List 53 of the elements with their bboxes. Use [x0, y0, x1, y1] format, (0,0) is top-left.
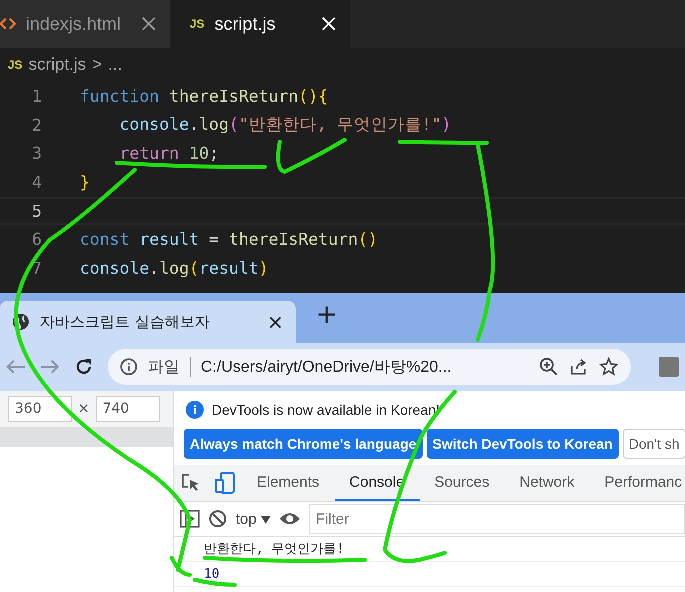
times-sign: × [78, 401, 90, 417]
line-number: 2 [31, 116, 42, 135]
info-icon [186, 401, 204, 419]
js-file-icon: JS [8, 58, 23, 72]
zoom-icon[interactable] [539, 357, 559, 377]
browser-tab[interactable]: 자바스크립트 실습해보자 × [0, 301, 296, 343]
code-line: } [80, 172, 90, 192]
new-tab-button[interactable]: + [316, 300, 338, 330]
line-number: 5 [31, 202, 42, 221]
share-icon[interactable] [569, 357, 589, 377]
reload-icon[interactable] [74, 357, 94, 377]
address-bar[interactable]: 파일 C:/Users/airyt/OneDrive/바탕%20... [108, 349, 631, 385]
context-dropdown[interactable]: top [236, 510, 272, 528]
devtools-tab[interactable]: Elements [242, 465, 335, 501]
devtools-tab[interactable]: Sources [420, 465, 505, 501]
editor-tab[interactable]: indexjs.html [0, 0, 170, 48]
console-message: 반환한다, 무엇인가를! [174, 537, 685, 562]
js-file-icon: JS [190, 17, 205, 31]
line-number: 3 [31, 144, 42, 164]
close-icon[interactable]: × [267, 310, 284, 334]
notice-button[interactable]: Don't sh [622, 429, 685, 459]
device-icon[interactable] [214, 471, 236, 495]
url-text: C:/Users/airyt/OneDrive/바탕%20... [201, 358, 453, 378]
width-field[interactable]: 360 [8, 396, 72, 422]
notice-button[interactable]: Switch DevTools to Korean [426, 429, 619, 459]
clear-icon[interactable] [208, 509, 228, 529]
code-line: const result = thereIsReturn() [80, 230, 378, 250]
filter-field[interactable]: Filter [309, 504, 685, 534]
code-line: console.log(result) [80, 258, 269, 278]
caret-icon [261, 516, 272, 524]
breadcrumb-more[interactable]: ... [108, 55, 122, 75]
devtools-tab[interactable]: Network [504, 465, 590, 501]
notice-text: DevTools is now available in Korean! [212, 402, 440, 418]
eye-icon[interactable] [279, 511, 302, 527]
scheme-label: 파일 [148, 356, 180, 378]
height-field[interactable]: 740 [96, 396, 160, 422]
code-line: console.log("반환한다, 무엇인가를!") [118, 114, 452, 136]
star-icon[interactable] [599, 357, 619, 377]
globe-icon [12, 313, 30, 331]
code-line: return 10; [118, 144, 220, 164]
breadcrumb-separator: > [92, 55, 102, 75]
sidebar-toggle-icon[interactable] [180, 510, 200, 528]
line-number: 1 [31, 86, 42, 106]
info-icon [120, 358, 138, 376]
line-number: 4 [31, 172, 42, 192]
breadcrumb-file[interactable]: script.js [28, 55, 86, 75]
console-message: 10 [174, 562, 685, 587]
line-number: 6 [31, 230, 42, 250]
editor-tab[interactable]: JS script.js [170, 0, 350, 48]
code-brackets-icon [0, 18, 16, 30]
code-line: function thereIsReturn(){ [80, 86, 328, 106]
devtools-tab[interactable]: Performanc [590, 465, 685, 501]
notice-button[interactable]: Always match Chrome's language [184, 429, 423, 459]
